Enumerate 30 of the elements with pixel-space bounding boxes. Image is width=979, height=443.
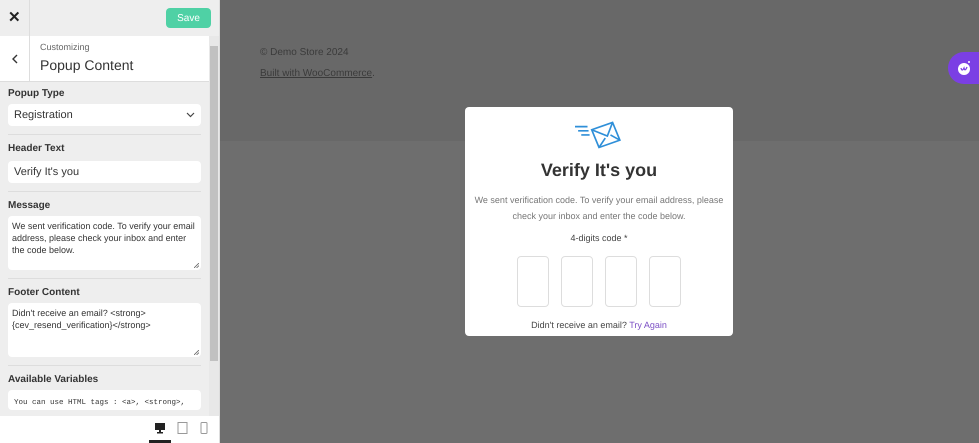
textarea-field[interactable]: Didn't receive an email? <strong>{cev_resend_verification}</strong> <box>8 303 202 357</box>
mobile-icon <box>200 422 208 434</box>
field-label: Available Variables <box>8 374 100 386</box>
resize-handle-icon <box>194 263 200 268</box>
envelope-icon <box>575 121 623 151</box>
resize-handle-icon <box>194 350 200 355</box>
text-field[interactable]: Verify It's you <box>8 161 202 183</box>
digit-field[interactable] <box>517 256 549 306</box>
field-label: Footer Content <box>8 287 81 299</box>
scrollbar[interactable] <box>209 36 219 416</box>
digit-field[interactable] <box>649 256 681 306</box>
field-label: Header Text <box>8 143 66 155</box>
section-title: Popup Content <box>40 56 134 75</box>
try-again-link[interactable]: Try Again <box>629 320 667 330</box>
code-label: 4-digits code * <box>570 232 628 245</box>
field-label: Message <box>8 200 52 212</box>
back-icon <box>12 54 18 64</box>
breadcrumb-text: Customizing <box>40 41 91 54</box>
popup-heading: Verify It's you <box>540 159 658 182</box>
select-field[interactable]: Registration <box>8 104 202 126</box>
chevron-down-icon <box>186 112 196 118</box>
textarea-field[interactable]: We sent verification code. To verify your email address, please check your inbox and enter the code below. <box>8 216 202 270</box>
digit-field[interactable] <box>605 256 637 306</box>
resend-text: Didn't receive an email? Try Again <box>531 318 667 332</box>
popup-message: We sent verification code. To verify your email address, please check your inbox and enter the code below. <box>474 194 724 223</box>
logo-icon <box>956 60 972 76</box>
digit-field[interactable] <box>561 256 593 306</box>
tablet-icon <box>176 422 188 434</box>
desktop-icon <box>154 422 166 434</box>
field-label: Popup Type <box>8 88 66 100</box>
